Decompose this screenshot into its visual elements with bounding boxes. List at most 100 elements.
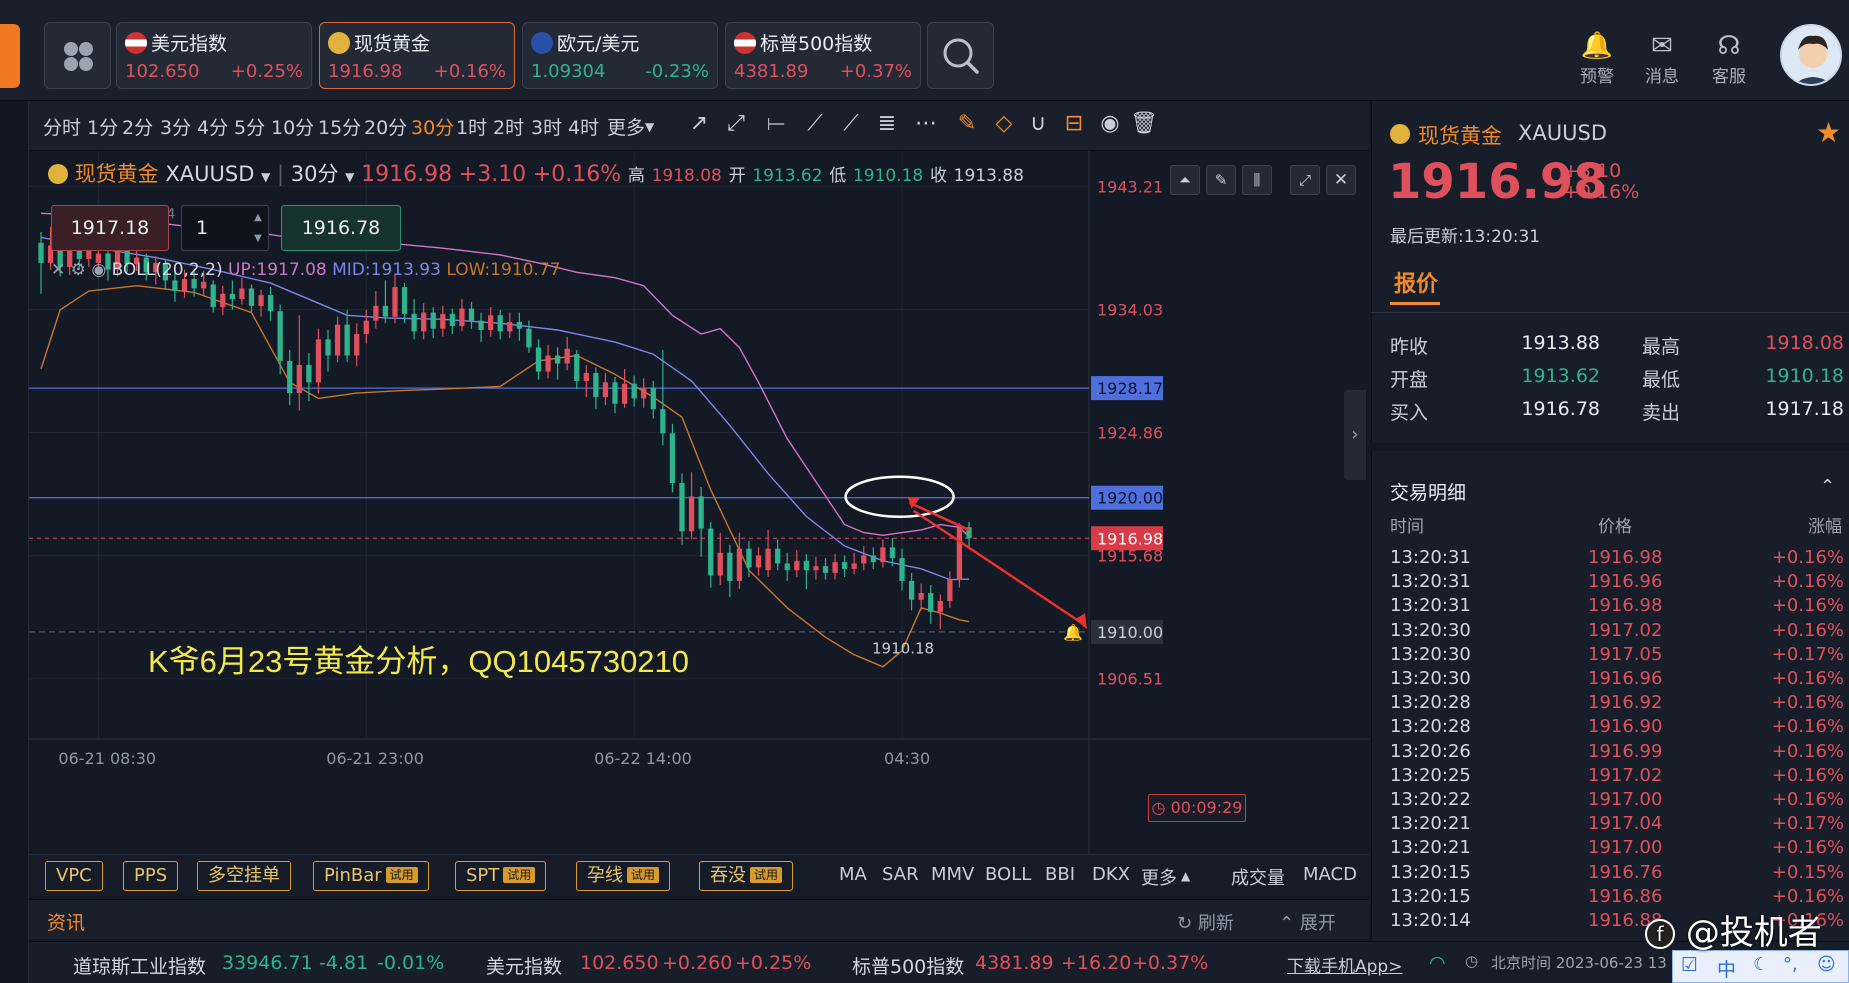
fullscreen-icon[interactable]: ⤢ [1290, 165, 1320, 195]
chart-period[interactable]: 30分 [291, 162, 339, 186]
eye-icon[interactable]: ◉ [1095, 111, 1125, 136]
bottom-ticker-name[interactable]: 美元指数 [486, 952, 562, 979]
expand-button[interactable]: ⌃ 展开 [1279, 909, 1336, 935]
buy-price-button[interactable]: 1916.78 [281, 205, 401, 251]
alert-button[interactable]: 🔔 预警 [1567, 30, 1627, 90]
segment-icon[interactable]: ⟋ [800, 111, 830, 136]
quantity-stepper[interactable]: ▲ ▼ [250, 207, 266, 249]
indicator-tab-dkx[interactable]: DKX [1092, 864, 1130, 885]
indicator-tab-bbi[interactable]: BBI [1045, 864, 1075, 885]
trade-time: 13:20:15 [1390, 885, 1471, 907]
messages-button[interactable]: ✉ 消息 [1632, 30, 1692, 90]
draw-icon[interactable]: ✎ [1206, 165, 1236, 195]
indicator-spt-button[interactable]: SPT 试用 [455, 861, 547, 891]
gold-coin-icon [328, 32, 350, 54]
news-title[interactable]: 资讯 [47, 908, 85, 935]
subchart-tab-macd[interactable]: MACD [1303, 864, 1357, 885]
favorite-star-icon[interactable]: ★ [1816, 116, 1841, 149]
indicator-tab-boll[interactable]: BOLL [985, 864, 1031, 885]
indicator-orders-button[interactable]: 多空挂单 [197, 861, 291, 891]
candle-body [497, 315, 503, 332]
smile-icon: ☺ [1817, 954, 1836, 975]
indicator-harami-button[interactable]: 孕线 试用 [576, 861, 671, 891]
subchart-tab-volume[interactable]: 成交量 [1231, 864, 1285, 890]
candles-icon[interactable]: ⫼ [1242, 165, 1272, 195]
edit-icon[interactable]: ✎ [952, 111, 982, 136]
period-tab[interactable]: 2分 [122, 113, 153, 140]
user-avatar[interactable] [1780, 24, 1842, 86]
indicator-tab-mmv[interactable]: MMV [931, 864, 974, 885]
ray-line-icon[interactable]: ⤢ [721, 111, 751, 136]
chevron-down-icon[interactable]: ▼ [261, 170, 270, 184]
trade-price: 1917.02 [1588, 619, 1663, 641]
ime-mode[interactable]: 中 [1717, 955, 1736, 982]
ticker-name: 现货黄金 [354, 33, 431, 55]
period-tab[interactable]: 3分 [160, 113, 191, 140]
support-button[interactable]: ☊ 客服 [1699, 30, 1759, 90]
bottom-ticker-pct: +0.25% [735, 952, 812, 974]
period-tab-active[interactable]: 30分 [411, 113, 454, 140]
horizontal-line-icon[interactable]: ⟝ [761, 111, 791, 136]
pen-line-icon[interactable]: ⟋ [836, 111, 866, 136]
period-tab[interactable]: 10分 [271, 113, 314, 140]
indicator-tab-more[interactable]: 更多 [1141, 864, 1177, 890]
chart-symbol[interactable]: XAUUSD [165, 162, 254, 186]
period-toolbar: 分时 1分 2分 3分 4分 5分 10分 15分 20分 30分 1时 2时 … [29, 101, 1369, 151]
bottom-ticker-name[interactable]: 标普500指数 [852, 952, 964, 979]
period-tab[interactable]: 5分 [234, 113, 265, 140]
refresh-button[interactable]: ↻ 刷新 [1177, 909, 1234, 935]
period-tab[interactable]: 15分 [318, 113, 361, 140]
chart-type-icon[interactable]: ⏶ [1170, 165, 1200, 195]
chevron-down-icon[interactable]: ▼ [345, 170, 354, 184]
gear-icon[interactable]: ⚙ [71, 260, 86, 280]
period-tab[interactable]: 3时 [531, 113, 562, 140]
indicator-pinbar-button[interactable]: PinBar 试用 [313, 861, 429, 891]
period-tab[interactable]: 4分 [197, 113, 228, 140]
tab-quote[interactable]: 报价 [1394, 266, 1438, 298]
ime-toolbar[interactable]: ☑ 中 ☾ °, ☺ [1672, 950, 1849, 983]
period-tab[interactable]: 1分 [87, 113, 118, 140]
y-tick-label: 1943.21 [1097, 177, 1163, 196]
x-tick-label: 04:30 [884, 749, 930, 768]
magnet-icon[interactable]: ∪ [1023, 111, 1053, 136]
indicator-tab-ma[interactable]: MA [839, 864, 867, 885]
ticker-card-eurusd[interactable]: 欧元/美元 1.09304 -0.23% [522, 22, 718, 89]
ticker-card-usd-index[interactable]: 美元指数 102.650 +0.25% [116, 22, 312, 89]
period-tab[interactable]: 4时 [568, 113, 599, 140]
more-tools-icon[interactable]: ⋯ [911, 111, 941, 136]
indicator-tab-sar[interactable]: SAR [882, 864, 919, 885]
indicator-vpc-button[interactable]: VPC [45, 861, 103, 891]
ticker-card-sp500[interactable]: 标普500指数 4381.89 +0.37% [725, 22, 921, 89]
period-tab[interactable]: 2时 [493, 113, 524, 140]
period-tab[interactable]: 分时 [43, 113, 81, 140]
close-icon[interactable]: ✕ [1326, 165, 1356, 195]
chevron-up-icon[interactable]: ⌃ [1820, 476, 1835, 497]
sell-price-button[interactable]: 1917.18 [51, 205, 169, 251]
ticker-change: +0.16% [433, 61, 506, 82]
period-tab[interactable]: 20分 [364, 113, 407, 140]
period-tab[interactable]: 1时 [456, 113, 487, 140]
lock-icon[interactable]: ⊟ [1059, 111, 1089, 136]
eye-icon[interactable]: ◉ [91, 260, 106, 280]
chevron-up-icon: ▲ [1181, 869, 1191, 883]
panel-expand-arrow[interactable]: › [1344, 390, 1366, 480]
candle-body [631, 383, 637, 399]
apps-grid-button[interactable] [44, 22, 111, 89]
period-more[interactable]: 更多 [607, 113, 645, 140]
candle-body [554, 355, 561, 364]
app-logo[interactable] [0, 24, 20, 88]
indicator-pps-button[interactable]: PPS [123, 861, 179, 891]
candlestick-chart[interactable]: 1943.211934.031924.861915.681906.5106-21… [29, 151, 1369, 854]
trash-icon[interactable]: 🗑 [1129, 111, 1159, 136]
ime-check-icon[interactable]: ☑ [1681, 954, 1698, 976]
indicator-engulf-button[interactable]: 吞没 试用 [699, 861, 794, 891]
eraser-icon[interactable]: ◇ [989, 111, 1019, 136]
bottom-ticker-name[interactable]: 道琼斯工业指数 [73, 952, 206, 979]
trend-line-icon[interactable]: ↗ [684, 111, 714, 136]
close-icon[interactable]: ✕ [51, 260, 65, 280]
fibonacci-icon[interactable]: ≣ [872, 111, 902, 136]
download-app-link[interactable]: 下载手机App> [1287, 952, 1402, 977]
chart-symbol-cn[interactable]: 现货黄金 [75, 162, 159, 186]
search-button[interactable] [927, 22, 994, 89]
ticker-card-spot-gold[interactable]: 现货黄金 1916.98 +0.16% [319, 22, 515, 89]
